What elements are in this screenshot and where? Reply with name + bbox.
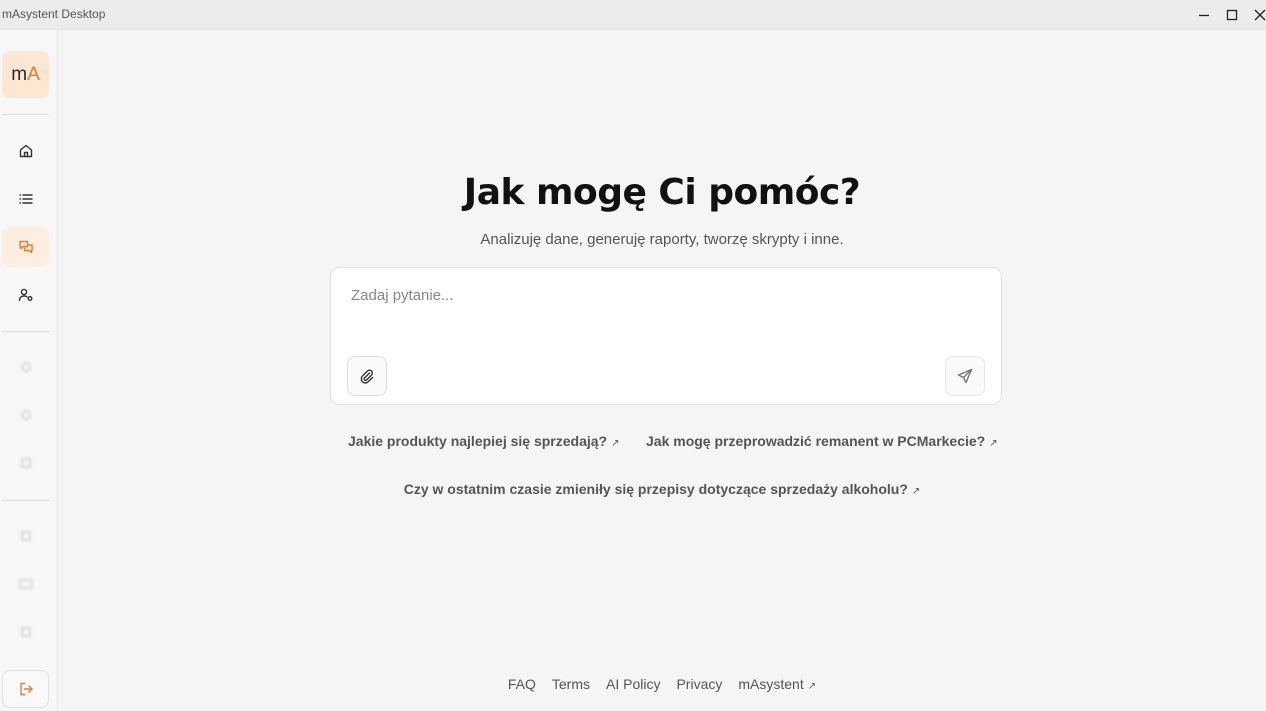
sidebar-item-locked-3 xyxy=(2,443,49,483)
placeholder-icon xyxy=(18,579,33,589)
logout-icon xyxy=(19,682,33,696)
attach-button[interactable] xyxy=(347,356,387,396)
page-subtitle: Analizuję dane, generuję raporty, tworzę… xyxy=(480,231,844,248)
paperclip-icon xyxy=(360,369,374,384)
footer: FAQ Terms AI Policy Privacy mAsystent ↗ xyxy=(58,676,1266,692)
maximize-button[interactable] xyxy=(1218,0,1246,30)
page-title: Jak mogę Ci pomóc? xyxy=(463,172,861,213)
footer-link-privacy[interactable]: Privacy xyxy=(676,676,722,692)
placeholder-icon xyxy=(20,531,31,541)
list-icon xyxy=(18,194,33,204)
chat-icon xyxy=(18,240,33,254)
sidebar-item-locked-5 xyxy=(2,564,49,604)
sidebar: mA xyxy=(0,30,58,711)
footer-link-terms[interactable]: Terms xyxy=(552,676,590,692)
suggestion-text: Jakie produkty najlepiej się sprzedają? xyxy=(348,433,608,449)
user-settings-icon xyxy=(18,288,32,302)
placeholder-icon xyxy=(20,458,31,468)
footer-link-label: mAsystent xyxy=(738,676,804,692)
suggestion-text: Jak mogę przeprowadzić remanent w PCMark… xyxy=(646,433,986,449)
suggestion-link[interactable]: Jakie produkty najlepiej się sprzedają? ↗ xyxy=(348,433,620,449)
logo-letter-m: m xyxy=(11,63,28,85)
app-logo[interactable]: mA xyxy=(2,51,49,98)
placeholder-icon xyxy=(20,410,31,420)
close-button[interactable] xyxy=(1246,0,1266,30)
question-input[interactable] xyxy=(351,287,971,304)
window-title: mAsystent Desktop xyxy=(2,7,106,21)
suggestion-text: Czy w ostatnim czasie zmieniły się przep… xyxy=(403,481,908,497)
minimize-button[interactable] xyxy=(1190,0,1218,30)
external-link-icon: ↗ xyxy=(611,438,620,449)
sidebar-item-locked-4 xyxy=(2,516,49,556)
sidebar-item-user-settings[interactable] xyxy=(2,275,49,315)
sidebar-item-locked-1 xyxy=(2,347,49,387)
sidebar-divider xyxy=(2,331,49,332)
logo-letter-a: A xyxy=(27,63,40,85)
external-link-icon: ↗ xyxy=(807,681,817,692)
footer-link-ai-policy[interactable]: AI Policy xyxy=(606,676,660,692)
minimize-icon xyxy=(1199,14,1209,17)
sidebar-item-list[interactable] xyxy=(2,179,49,219)
footer-link-faq[interactable]: FAQ xyxy=(508,676,536,692)
home-icon xyxy=(19,144,32,158)
external-link-icon: ↗ xyxy=(989,438,998,449)
sidebar-item-chat[interactable] xyxy=(2,227,49,267)
close-icon xyxy=(1254,9,1266,21)
maximize-icon xyxy=(1226,9,1238,21)
placeholder-icon xyxy=(20,627,31,637)
send-icon xyxy=(957,368,973,384)
prompt-card xyxy=(330,267,1002,405)
sidebar-item-home[interactable] xyxy=(2,131,49,171)
sidebar-item-locked-2 xyxy=(2,395,49,435)
sidebar-divider xyxy=(2,500,49,501)
logout-button[interactable] xyxy=(2,670,49,708)
suggestion-link[interactable]: Czy w ostatnim czasie zmieniły się przep… xyxy=(58,481,1266,497)
send-button[interactable] xyxy=(945,356,985,396)
placeholder-icon xyxy=(20,362,31,372)
suggestion-link[interactable]: Jak mogę przeprowadzić remanent w PCMark… xyxy=(646,433,998,449)
sidebar-item-locked-6 xyxy=(2,612,49,652)
sidebar-divider xyxy=(2,114,49,115)
title-bar: mAsystent Desktop xyxy=(0,0,1266,30)
external-link-icon: ↗ xyxy=(911,486,921,497)
footer-link-masystent[interactable]: mAsystent ↗ xyxy=(738,676,816,692)
